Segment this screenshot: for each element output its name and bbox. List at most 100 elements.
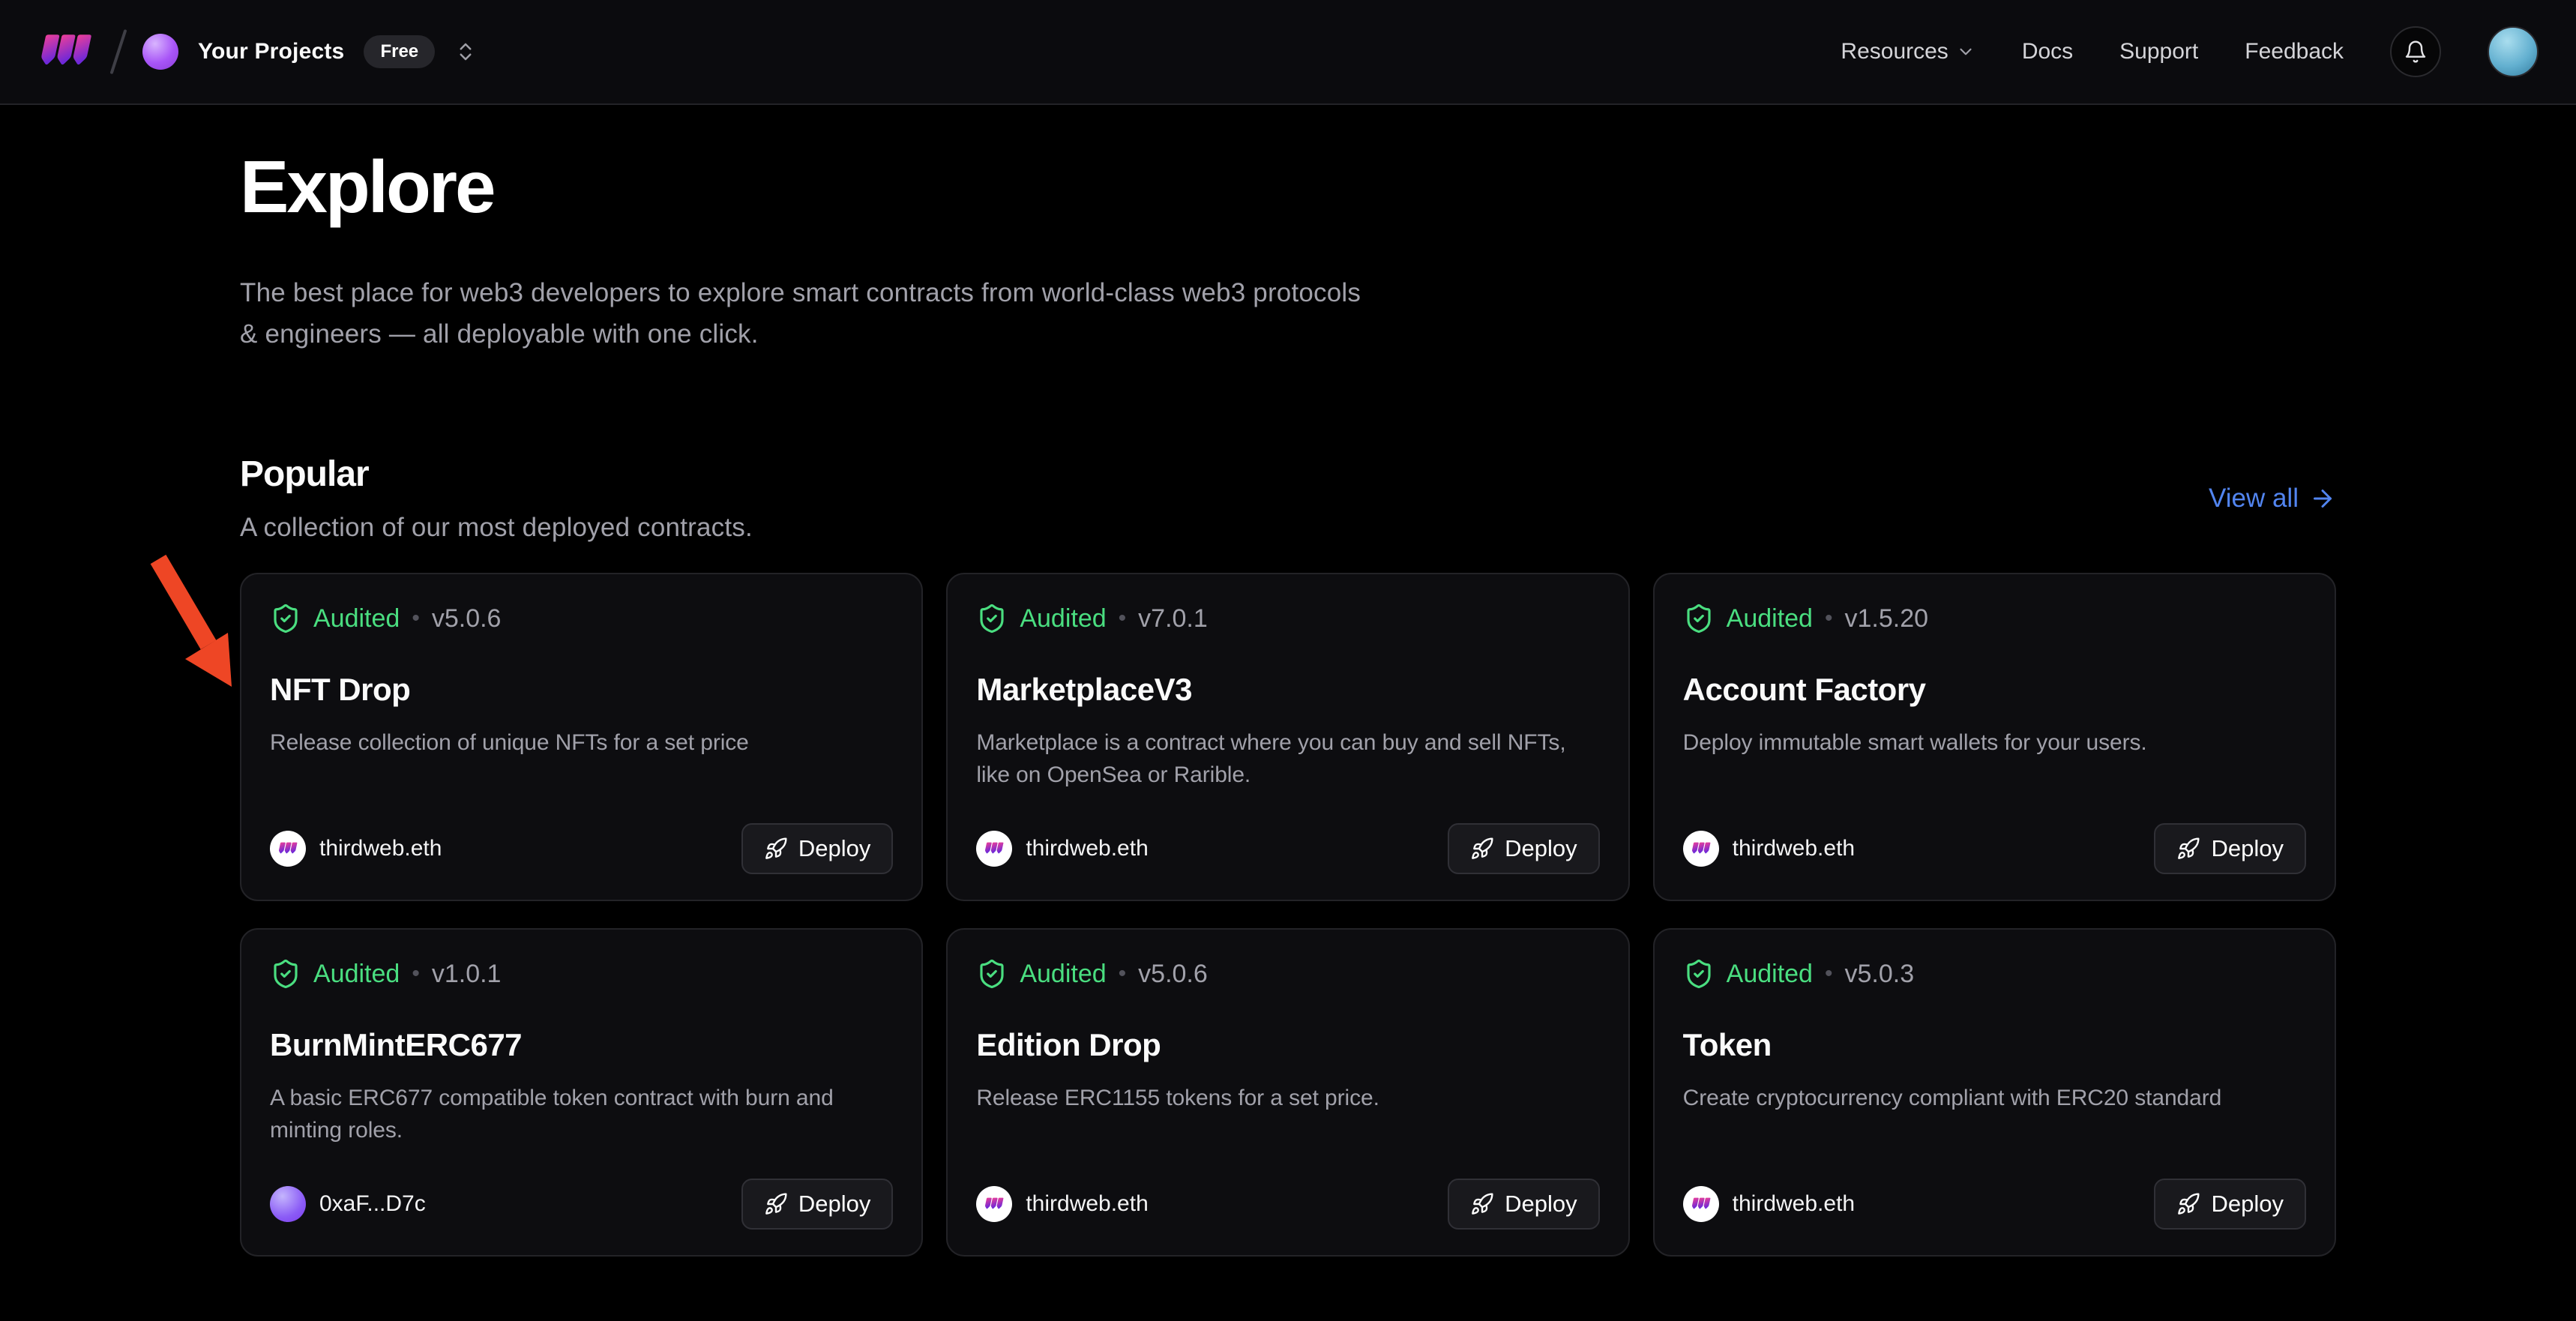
view-all-label: View all: [2209, 484, 2299, 514]
contract-card[interactable]: Audited • v5.0.6 Edition Drop Release ER…: [946, 928, 1629, 1257]
deploy-label: Deploy: [798, 835, 871, 862]
audited-label: Audited: [1020, 960, 1106, 989]
card-footer: thirdweb.eth Deploy: [270, 823, 893, 874]
contract-title[interactable]: Edition Drop: [976, 1027, 1599, 1063]
purple-gradient-avatar: [270, 1186, 306, 1222]
thirdweb-logo-avatar: [1683, 1186, 1719, 1222]
nav-support-label: Support: [2119, 39, 2198, 64]
publisher[interactable]: thirdweb.eth: [976, 1186, 1148, 1222]
audited-label: Audited: [313, 604, 400, 634]
dot-separator: •: [1119, 963, 1127, 985]
thirdweb-logo-avatar: [976, 831, 1012, 867]
dot-separator: •: [1825, 607, 1833, 630]
contract-title[interactable]: Token: [1683, 1027, 2306, 1063]
bell-icon: [2404, 40, 2428, 64]
explore-page: Your Projects Free Resources Docs Suppor…: [0, 0, 2576, 1321]
cards-grid: Audited • v5.0.6 NFT Drop Release collec…: [240, 573, 2336, 1257]
contract-description: Deploy immutable smart wallets for your …: [1683, 727, 2306, 759]
contract-card[interactable]: Audited • v5.0.6 NFT Drop Release collec…: [240, 573, 923, 901]
thirdweb-logo-avatar: [976, 1186, 1012, 1222]
card-badge-row: Audited • v7.0.1: [976, 603, 1599, 634]
contract-card[interactable]: Audited • v1.0.1 BurnMintERC677 A basic …: [240, 928, 923, 1257]
contract-title[interactable]: Account Factory: [1683, 672, 2306, 708]
card-footer: thirdweb.eth Deploy: [1683, 823, 2306, 874]
publisher[interactable]: thirdweb.eth: [270, 831, 442, 867]
publisher[interactable]: thirdweb.eth: [1683, 831, 1855, 867]
rocket-icon: [2176, 837, 2200, 861]
deploy-button[interactable]: Deploy: [1448, 1179, 1600, 1230]
publisher[interactable]: thirdweb.eth: [1683, 1186, 1855, 1222]
card-footer: thirdweb.eth Deploy: [1683, 1179, 2306, 1230]
shield-check-icon: [270, 958, 301, 990]
publisher[interactable]: thirdweb.eth: [976, 831, 1148, 867]
nav-docs[interactable]: Docs: [2022, 39, 2073, 64]
contract-title[interactable]: BurnMintERC677: [270, 1027, 893, 1063]
nav-resources-label: Resources: [1841, 39, 1948, 64]
view-all-link[interactable]: View all: [2209, 484, 2336, 514]
card-badge-row: Audited • v5.0.3: [1683, 958, 2306, 990]
card-footer: thirdweb.eth Deploy: [976, 823, 1599, 874]
shield-check-icon: [1683, 603, 1715, 634]
contract-version: v5.0.6: [1138, 960, 1208, 989]
shield-check-icon: [1683, 958, 1715, 990]
deploy-label: Deploy: [2211, 1191, 2284, 1218]
deploy-button[interactable]: Deploy: [741, 823, 894, 874]
contract-title[interactable]: NFT Drop: [270, 672, 893, 708]
nav-support[interactable]: Support: [2119, 39, 2198, 64]
publisher-name: thirdweb.eth: [319, 836, 442, 861]
deploy-button[interactable]: Deploy: [741, 1179, 894, 1230]
contract-card[interactable]: Audited • v1.5.20 Account Factory Deploy…: [1653, 573, 2336, 901]
shield-check-icon: [976, 603, 1008, 634]
card-badge-row: Audited • v1.5.20: [1683, 603, 2306, 634]
project-avatar[interactable]: [142, 34, 178, 70]
rocket-icon: [1470, 837, 1494, 861]
nav-resources[interactable]: Resources: [1841, 39, 1975, 64]
dot-separator: •: [1825, 963, 1833, 985]
shield-check-icon: [976, 958, 1008, 990]
thirdweb-logo-icon[interactable]: [37, 32, 94, 71]
dot-separator: •: [1119, 607, 1127, 630]
contract-card[interactable]: Audited • v7.0.1 MarketplaceV3 Marketpla…: [946, 573, 1629, 901]
page-description: The best place for web3 developers to ex…: [240, 272, 1364, 355]
thirdweb-logo-avatar: [270, 831, 306, 867]
publisher[interactable]: 0xaF...D7c: [270, 1186, 426, 1222]
thirdweb-logo-avatar: [1683, 831, 1719, 867]
audited-label: Audited: [1727, 604, 1813, 634]
nav-feedback-label: Feedback: [2245, 39, 2344, 64]
plan-badge: Free: [364, 35, 435, 68]
contract-description: Release collection of unique NFTs for a …: [270, 727, 893, 759]
contract-card[interactable]: Audited • v5.0.3 Token Create cryptocurr…: [1653, 928, 2336, 1257]
card-footer: thirdweb.eth Deploy: [976, 1179, 1599, 1230]
publisher-name: thirdweb.eth: [1733, 1191, 1855, 1217]
popular-section-header: Popular A collection of our most deploye…: [240, 454, 2336, 543]
contract-description: Release ERC1155 tokens for a set price.: [976, 1083, 1599, 1115]
publisher-name: thirdweb.eth: [1026, 836, 1148, 861]
contract-version: v5.0.6: [432, 604, 502, 634]
popular-subtitle: A collection of our most deployed contra…: [240, 513, 753, 543]
contract-version: v7.0.1: [1138, 604, 1208, 634]
rocket-icon: [1470, 1192, 1494, 1216]
arrow-right-icon: [2309, 485, 2336, 512]
rocket-icon: [2176, 1192, 2200, 1216]
audited-label: Audited: [313, 960, 400, 989]
contract-title[interactable]: MarketplaceV3: [976, 672, 1599, 708]
top-navigation-bar: Your Projects Free Resources Docs Suppor…: [0, 0, 2576, 105]
notifications-button[interactable]: [2390, 26, 2441, 77]
deploy-label: Deploy: [798, 1191, 871, 1218]
contract-version: v1.0.1: [432, 960, 502, 989]
project-name[interactable]: Your Projects: [198, 39, 344, 64]
card-badge-row: Audited • v5.0.6: [270, 603, 893, 634]
card-badge-row: Audited • v5.0.6: [976, 958, 1599, 990]
nav-feedback[interactable]: Feedback: [2245, 39, 2344, 64]
publisher-name: thirdweb.eth: [1733, 836, 1855, 861]
dot-separator: •: [412, 607, 420, 630]
page-title: Explore: [240, 148, 2336, 226]
contract-version: v1.5.20: [1845, 604, 1929, 634]
audited-label: Audited: [1020, 604, 1106, 634]
user-avatar[interactable]: [2488, 26, 2539, 77]
deploy-button[interactable]: Deploy: [2154, 1179, 2306, 1230]
shield-check-icon: [270, 603, 301, 634]
project-switcher-chevrons-icon[interactable]: [454, 40, 477, 63]
deploy-button[interactable]: Deploy: [1448, 823, 1600, 874]
deploy-button[interactable]: Deploy: [2154, 823, 2306, 874]
